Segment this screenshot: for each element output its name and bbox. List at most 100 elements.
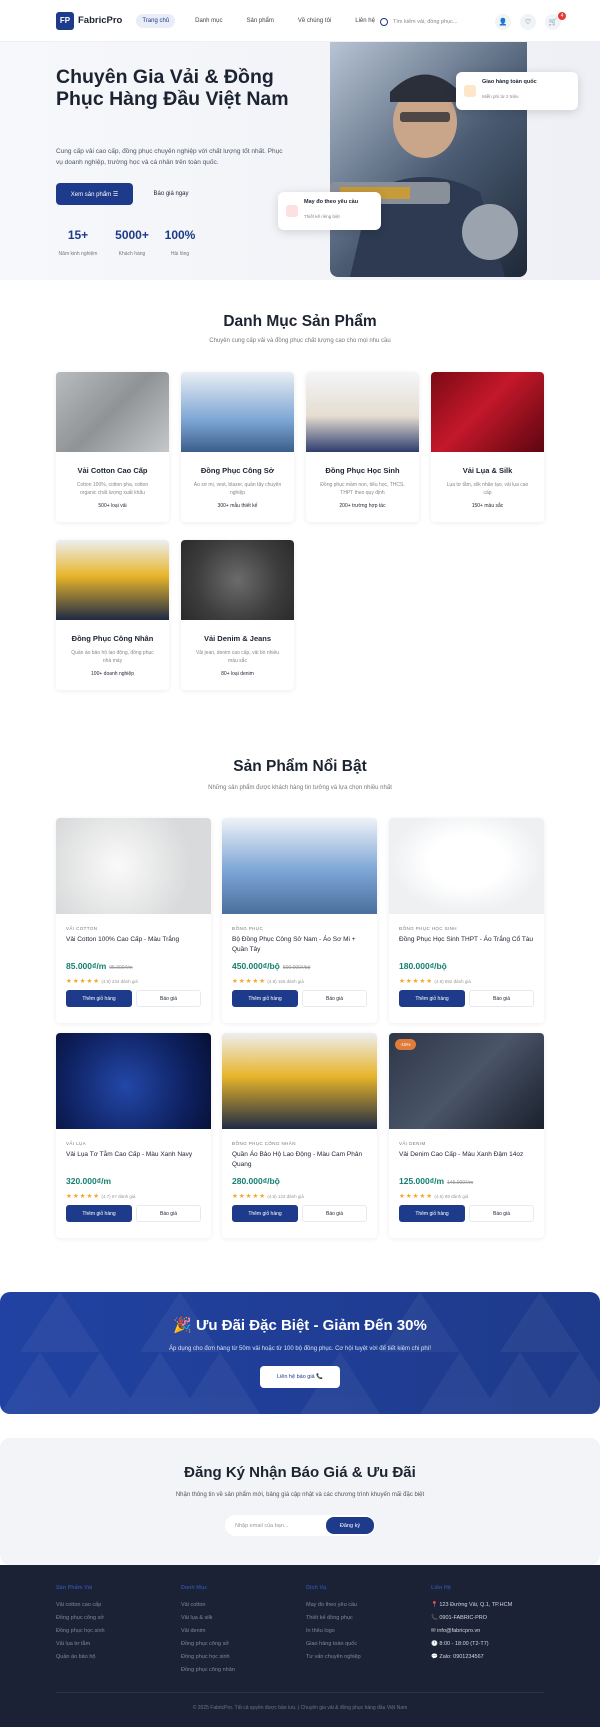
hero-title: Chuyên Gia Vải & Đồng Phục Hàng Đầu Việt… (56, 66, 289, 110)
product-price: 180.000₫/bộ (399, 961, 447, 971)
footer-link[interactable]: Tư vấn chuyên nghiệp (306, 1651, 361, 1664)
view-products-button[interactable]: Xem sản phẩm ☰ (56, 183, 133, 205)
product-card[interactable]: ĐỒNG PHỤC Bộ Đồng Phục Công Sở Nam - Áo … (222, 818, 377, 1023)
add-to-cart-button[interactable]: Thêm giỏ hàng (232, 990, 298, 1007)
nav-contact[interactable]: Liên hệ (355, 14, 375, 28)
category-count: 300+ mẫu thiết kế (217, 503, 258, 509)
quote-now-button[interactable]: Báo giá ngay (140, 183, 202, 205)
add-to-cart-button[interactable]: Thêm giỏ hàng (399, 1205, 465, 1222)
product-name[interactable]: Quần Áo Bảo Hộ Lao Động - Màu Cam Phản Q… (232, 1150, 367, 1172)
footer-zalo[interactable]: 💬 Zalo: 0901234567 (431, 1651, 512, 1664)
product-category: VẢI DENIM (399, 1141, 426, 1146)
add-to-cart-button[interactable]: Thêm giỏ hàng (232, 1205, 298, 1222)
category-count: 100+ doanh nghiệp (91, 671, 134, 677)
stars-icon: ★★★★★ (232, 978, 267, 985)
header: FP FabricPro Trang chủ Danh mục Sản phẩm… (0, 0, 600, 42)
product-old-price: 145.000₫/m (447, 1180, 474, 1186)
add-to-cart-button[interactable]: Thêm giỏ hàng (66, 990, 132, 1007)
nav-categories[interactable]: Danh mục (195, 14, 222, 28)
user-icon[interactable]: 👤 (495, 14, 511, 30)
product-card[interactable]: -15% VẢI DENIM Vải Denim Cao Cấp - Màu X… (389, 1033, 544, 1238)
add-to-cart-button[interactable]: Thêm giỏ hàng (399, 990, 465, 1007)
categories-subtitle: Chuyên cung cấp vải và đồng phục chất lư… (209, 338, 391, 344)
category-card[interactable]: Đồng Phục Công Nhân Quần áo bảo hộ lao đ… (56, 540, 169, 690)
stars-icon: ★★★★★ (399, 1193, 434, 1200)
product-card[interactable]: ĐỒNG PHỤC HỌC SINH Đồng Phục Học Sinh TH… (389, 818, 544, 1023)
footer-link[interactable]: May đo theo yêu cầu (306, 1599, 361, 1612)
category-card[interactable]: Vải Lụa & Silk Lụa tơ tằm, silk nhân tạo… (431, 372, 544, 522)
product-name[interactable]: Đồng Phục Học Sinh THPT - Áo Trắng Cổ Tà… (399, 935, 534, 957)
category-image (56, 372, 169, 452)
product-rating: ★★★★★ (4.6) 89 đánh giá (399, 1193, 469, 1200)
footer-col-categories: Danh Mục Vải cotton Vải lụa & silk Vải d… (181, 1585, 235, 1677)
footer-address: 📍 123 Đường Vải, Q.1, TP.HCM (431, 1602, 513, 1608)
category-desc: Lụa tơ tằm, silk nhân tạo, vải lụa cao c… (446, 482, 529, 496)
stars-icon: ★★★★★ (232, 1193, 267, 1200)
footer-heading: Sản Phẩm Vải (56, 1585, 93, 1591)
stat-experience: 15+ Năm kinh nghiệm (58, 228, 98, 257)
footer-link[interactable]: Vải cotton cao cấp (56, 1599, 105, 1612)
category-image (181, 540, 294, 620)
main-nav: Trang chủ Danh mục Sản phẩm Về chúng tôi… (130, 13, 375, 28)
product-name[interactable]: Bộ Đồng Phục Công Sở Nam - Áo Sơ Mi + Qu… (232, 935, 367, 957)
footer-link[interactable]: Giao hàng toàn quốc (306, 1638, 361, 1651)
category-count: 200+ trường hợp tác (339, 503, 386, 509)
footer-link[interactable]: Thiết kế đồng phục (306, 1612, 361, 1625)
footer-link[interactable]: Đồng phục học sinh (56, 1625, 105, 1638)
nav-about[interactable]: Về chúng tôi (298, 14, 331, 28)
product-old-price: 95.000₫/m (109, 965, 133, 971)
quote-button[interactable]: Báo giá (469, 1205, 534, 1222)
contact-quote-button[interactable]: Liên hệ báo giá 📞 (260, 1366, 340, 1388)
category-count: 80+ loại denim (221, 671, 254, 677)
triangle-pattern (0, 1292, 600, 1414)
footer-link[interactable]: Đồng phục học sinh (181, 1651, 235, 1664)
footer-link[interactable]: Quần áo bảo hộ (56, 1651, 105, 1664)
product-name[interactable]: Vải Denim Cao Cấp - Màu Xanh Đậm 14oz (399, 1150, 534, 1172)
category-name: Đồng Phục Công Nhân (71, 634, 154, 643)
nav-home[interactable]: Trang chủ (136, 13, 176, 28)
category-card[interactable]: Vải Denim & Jeans Vải jean, denim cao cấ… (181, 540, 294, 690)
hero: Chuyên Gia Vải & Đồng Phục Hàng Đầu Việt… (0, 42, 600, 280)
footer-phone[interactable]: 📞 0901-FABRIC-PRO (431, 1612, 512, 1625)
footer-link[interactable]: Vải lụa tơ tằm (56, 1638, 105, 1651)
discount-badge: -15% (395, 1039, 416, 1050)
product-rating: ★★★★★ (4.9) 234 đánh giá (66, 978, 138, 985)
quote-button[interactable]: Báo giá (136, 990, 201, 1007)
product-name[interactable]: Vải Lụa Tơ Tằm Cao Cấp - Màu Xanh Navy (66, 1150, 201, 1172)
product-rating: ★★★★★ (4.7) 67 đánh giá (66, 1193, 136, 1200)
add-to-cart-button[interactable]: Thêm giỏ hàng (66, 1205, 132, 1222)
footer-link[interactable]: In thêu logo (306, 1625, 361, 1638)
footer-link[interactable]: Vải lụa & silk (181, 1612, 235, 1625)
product-card[interactable]: VẢI COTTON Vải Cotton 100% Cao Cấp - Màu… (56, 818, 211, 1023)
quote-button[interactable]: Báo giá (136, 1205, 201, 1222)
quote-button[interactable]: Báo giá (302, 990, 367, 1007)
category-name: Vải Lụa & Silk (462, 466, 513, 475)
category-card[interactable]: Đồng Phục Công Sở Áo sơ mi, vest, blazer… (181, 372, 294, 522)
footer-link[interactable]: Đồng phục công sở (181, 1638, 235, 1651)
category-name: Vải Denim & Jeans (203, 634, 272, 643)
product-name[interactable]: Vải Cotton 100% Cao Cấp - Màu Trắng (66, 935, 201, 957)
category-desc: Vải jean, denim cao cấp, vải bò nhiều mà… (195, 650, 280, 664)
category-card[interactable]: Vải Cotton Cao Cấp Cotton 100%, cotton p… (56, 372, 169, 522)
product-card[interactable]: VẢI LỤA Vải Lụa Tơ Tằm Cao Cấp - Màu Xan… (56, 1033, 211, 1238)
logo-mark[interactable]: FP (56, 11, 74, 30)
cart-count-badge: 4 (558, 12, 566, 20)
footer: Sản Phẩm Vải Vải cotton cao cấp Đồng phụ… (0, 1565, 600, 1727)
logo-text[interactable]: FabricPro (78, 15, 122, 26)
stat-satisfaction: 100% Hài lòng (164, 228, 196, 257)
heart-icon[interactable]: ♡ (520, 14, 536, 30)
product-rating: ★★★★★ (4.8) 123 đánh giá (232, 1193, 304, 1200)
footer-link[interactable]: Vải denim (181, 1625, 235, 1638)
search-input[interactable]: Tìm kiếm vải, đồng phục... (380, 15, 480, 29)
quote-button[interactable]: Báo giá (302, 1205, 367, 1222)
product-category: ĐỒNG PHỤC CÔNG NHÂN (232, 1141, 296, 1146)
footer-link[interactable]: Đồng phục công sở (56, 1612, 105, 1625)
footer-email[interactable]: ✉ info@fabricpro.vn (431, 1625, 512, 1638)
quote-button[interactable]: Báo giá (469, 990, 534, 1007)
footer-link[interactable]: Đồng phục công nhân (181, 1664, 235, 1677)
product-card[interactable]: ĐỒNG PHỤC CÔNG NHÂN Quần Áo Bảo Hộ Lao Đ… (222, 1033, 377, 1238)
category-card[interactable]: Đồng Phục Học Sinh Đồng phục mầm non, ti… (306, 372, 419, 522)
subscribe-button[interactable]: Đăng ký (326, 1517, 374, 1534)
nav-products[interactable]: Sản phẩm (247, 14, 274, 28)
footer-link[interactable]: Vải cotton (181, 1599, 235, 1612)
